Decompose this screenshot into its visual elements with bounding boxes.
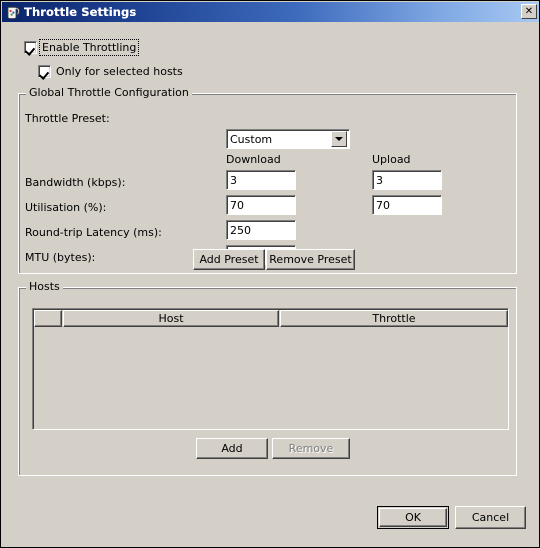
bandwidth-label: Bandwidth (kbps): [25,176,126,189]
round-trip-latency-download-input[interactable] [226,220,296,240]
pitcher-icon [5,4,21,20]
chevron-down-icon[interactable] [331,131,347,147]
ok-button-label: OK [405,511,421,524]
throttle-preset-label: Throttle Preset: [25,112,110,125]
dialog-client-area: Enable Throttling Only for selected host… [2,22,539,547]
bandwidth-upload-input[interactable] [372,170,442,190]
add-preset-button-label: Add Preset [199,253,259,266]
remove-preset-button[interactable]: Remove Preset [266,249,355,270]
mtu-label: MTU (bytes): [25,251,96,264]
hosts-list[interactable]: Host Throttle [32,308,509,430]
hosts-column-header-host[interactable]: Host [63,310,279,327]
throttle-settings-dialog: Throttle Settings ✕ Enable Throttling On… [0,0,540,548]
global-throttle-configuration-title: Global Throttle Configuration [26,87,192,99]
remove-preset-button-label: Remove Preset [269,253,352,266]
ok-button[interactable]: OK [377,506,449,529]
checkbox-enable-throttling-box[interactable] [24,41,37,54]
download-column-header: Download [226,153,281,166]
cancel-button-label: Cancel [471,511,510,524]
checkbox-only-selected-hosts-box[interactable] [38,65,51,78]
checkbox-only-selected-hosts[interactable]: Only for selected hosts [38,65,183,78]
utilisation-label: Utilisation (%): [25,201,107,214]
close-icon[interactable]: ✕ [521,4,537,19]
checkbox-enable-throttling-label: Enable Throttling [38,39,140,56]
throttle-preset-value: Custom [230,132,273,146]
title-bar[interactable]: Throttle Settings ✕ [2,2,539,22]
hosts-group-title: Hosts [26,281,63,293]
window-title: Throttle Settings [24,5,137,19]
hosts-table-header: Host Throttle [34,310,508,327]
utilisation-download-input[interactable] [226,195,296,215]
utilisation-upload-input[interactable] [372,195,442,215]
hosts-column-header-select[interactable] [34,310,62,327]
add-host-button[interactable]: Add [196,438,268,459]
round-trip-latency-label: Round-trip Latency (ms): [25,226,162,239]
hosts-column-header-throttle[interactable]: Throttle [280,310,508,327]
remove-host-button[interactable]: Remove [272,438,350,459]
remove-host-button-label: Remove [288,442,334,455]
add-preset-button[interactable]: Add Preset [193,249,265,270]
bandwidth-download-input[interactable] [226,170,296,190]
hosts-table-body[interactable] [34,328,507,428]
add-host-button-label: Add [221,442,243,455]
cancel-button[interactable]: Cancel [455,506,526,529]
checkbox-enable-throttling[interactable]: Enable Throttling [24,39,140,56]
upload-column-header: Upload [372,153,411,166]
checkbox-only-selected-hosts-label: Only for selected hosts [56,65,183,78]
throttle-preset-combo[interactable]: Custom [226,129,350,149]
